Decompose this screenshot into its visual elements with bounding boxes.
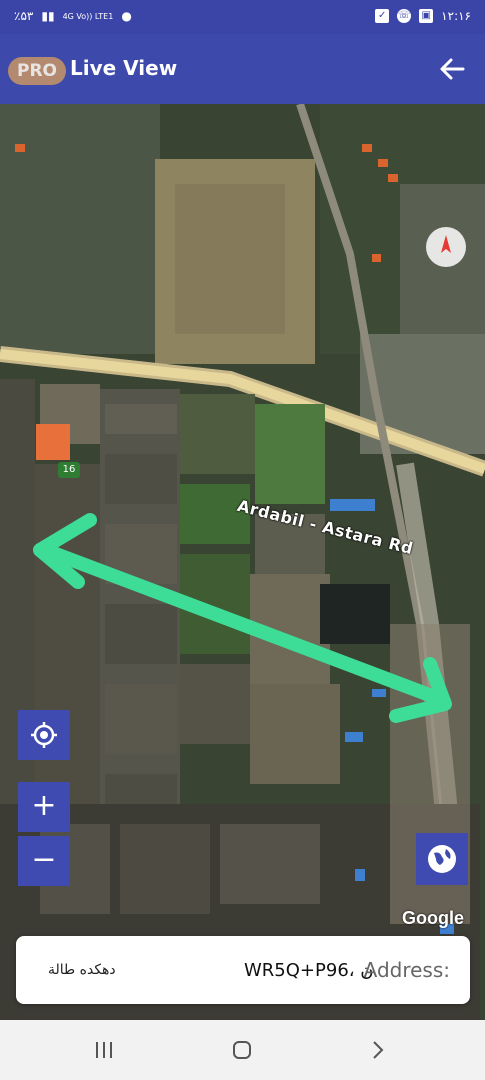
zoom-in-button[interactable]: +: [18, 782, 70, 832]
back-arrow-icon[interactable]: [435, 52, 469, 86]
globe-icon: [428, 845, 456, 873]
system-nav-bar: [0, 1020, 485, 1080]
map-type-button[interactable]: [416, 833, 468, 885]
zoom-out-button[interactable]: −: [18, 836, 70, 886]
home-icon[interactable]: [230, 1038, 254, 1062]
location-icon: ●: [121, 9, 132, 23]
plus-code: WR5Q+P96، ن: [244, 960, 374, 981]
status-left: ٪۵۳ ▮▮ 4G Vo)) LTE1 ●: [14, 9, 132, 23]
status-bar: ٪۵۳ ▮▮ 4G Vo)) LTE1 ● ✓ ☏ ▣ ۱۲:۱۶: [0, 0, 485, 34]
image-notification-icon: ▣: [419, 9, 434, 23]
battery-text: ٪۵۳: [14, 9, 34, 23]
google-attribution: Google: [402, 908, 464, 928]
recent-apps-icon[interactable]: [92, 1038, 116, 1062]
my-location-button[interactable]: [18, 710, 70, 760]
address-card: دهکده طالة WR5Q+P96، ن Address:: [16, 936, 470, 1004]
clock-text: ۱۲:۱۶: [441, 9, 471, 23]
page-title: Live View: [70, 56, 178, 80]
signal-icon: ▮▮: [41, 9, 55, 23]
my-location-icon: [31, 722, 57, 748]
status-right: ✓ ☏ ▣ ۱۲:۱۶: [375, 9, 471, 23]
pro-badge[interactable]: PRO: [8, 57, 66, 85]
map-imagery: [0, 104, 485, 1020]
satellite-map[interactable]: 16 Ardabil - Astara Rd + − Google: [0, 104, 485, 1020]
address-label: Address:: [363, 958, 450, 982]
village-name: دهکده طالة: [48, 962, 116, 978]
app-bar: PRO Live View: [0, 34, 485, 104]
route-shield: 16: [58, 462, 80, 478]
checkbox-notification-icon: ✓: [375, 9, 390, 23]
back-nav-icon[interactable]: [366, 1038, 390, 1062]
compass-icon[interactable]: [426, 227, 466, 267]
network-text: 4G Vo)) LTE1: [62, 11, 114, 21]
whatsapp-notification-icon: ☏: [397, 9, 412, 23]
